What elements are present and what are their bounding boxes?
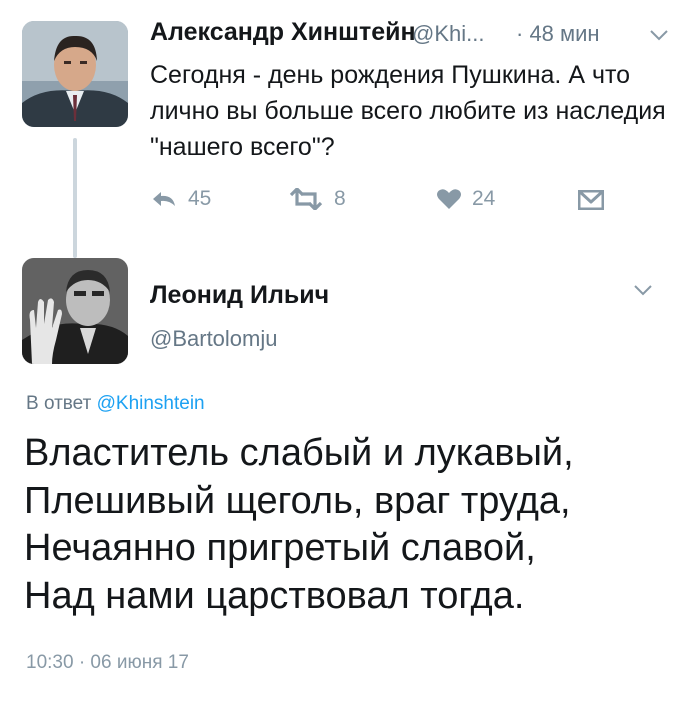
like-button[interactable]: 24 — [436, 187, 495, 211]
poem-line: Плешивый щеголь, враг труда, — [24, 479, 571, 522]
tweet2-timestamp[interactable]: 10:30 · 06 июня 17 — [26, 652, 189, 674]
tweet2-handle[interactable]: @Bartolomju — [150, 326, 278, 352]
avatar-photo — [22, 21, 128, 127]
poem-line: Нечаянно пригретый славой, — [24, 527, 536, 569]
tweet1-time[interactable]: · 48 мин — [516, 21, 600, 47]
reply-button[interactable]: 45 — [150, 187, 211, 211]
like-count: 24 — [472, 187, 496, 210]
tweet1-menu-button[interactable] — [648, 28, 670, 42]
reply-icon — [153, 192, 175, 206]
reply-to-prefix: В ответ — [26, 393, 97, 414]
retweet-count: 8 — [334, 187, 346, 210]
reply-count: 45 — [188, 187, 212, 210]
avatar-photo — [22, 258, 128, 364]
retweet-icon — [289, 188, 323, 210]
tweet1-author-name[interactable]: Александр Хинштейн — [150, 18, 416, 47]
poem-line: Властитель слабый и лукавый, — [24, 432, 574, 474]
tweet2-poem: Властитель слабый и лукавый, Плешивый ще… — [24, 430, 574, 620]
tweet1-handle[interactable]: @Khi... — [412, 21, 484, 47]
poem-line: Над нами царствовал тогда. — [24, 574, 525, 617]
tweet1-text: Сегодня - день рождения Пушкина. А что л… — [150, 61, 666, 161]
thread-connector-line — [73, 138, 77, 258]
chevron-down-icon — [634, 285, 652, 296]
direct-message-button[interactable] — [577, 189, 605, 211]
tweet2-menu-button[interactable] — [632, 283, 654, 297]
direct-message-icon — [577, 189, 605, 211]
reply-to-handle-link[interactable]: @Khinshtein — [97, 393, 205, 414]
tweet2-author-name[interactable]: Леонид Ильич — [150, 281, 329, 310]
reply-to-line: В ответ @Khinshtein — [26, 393, 205, 415]
like-icon — [437, 189, 461, 209]
chevron-down-icon — [650, 30, 668, 41]
author-avatar-khinshtein[interactable] — [22, 21, 128, 127]
retweet-button[interactable]: 8 — [288, 187, 346, 211]
author-avatar-leonid[interactable] — [22, 258, 128, 364]
